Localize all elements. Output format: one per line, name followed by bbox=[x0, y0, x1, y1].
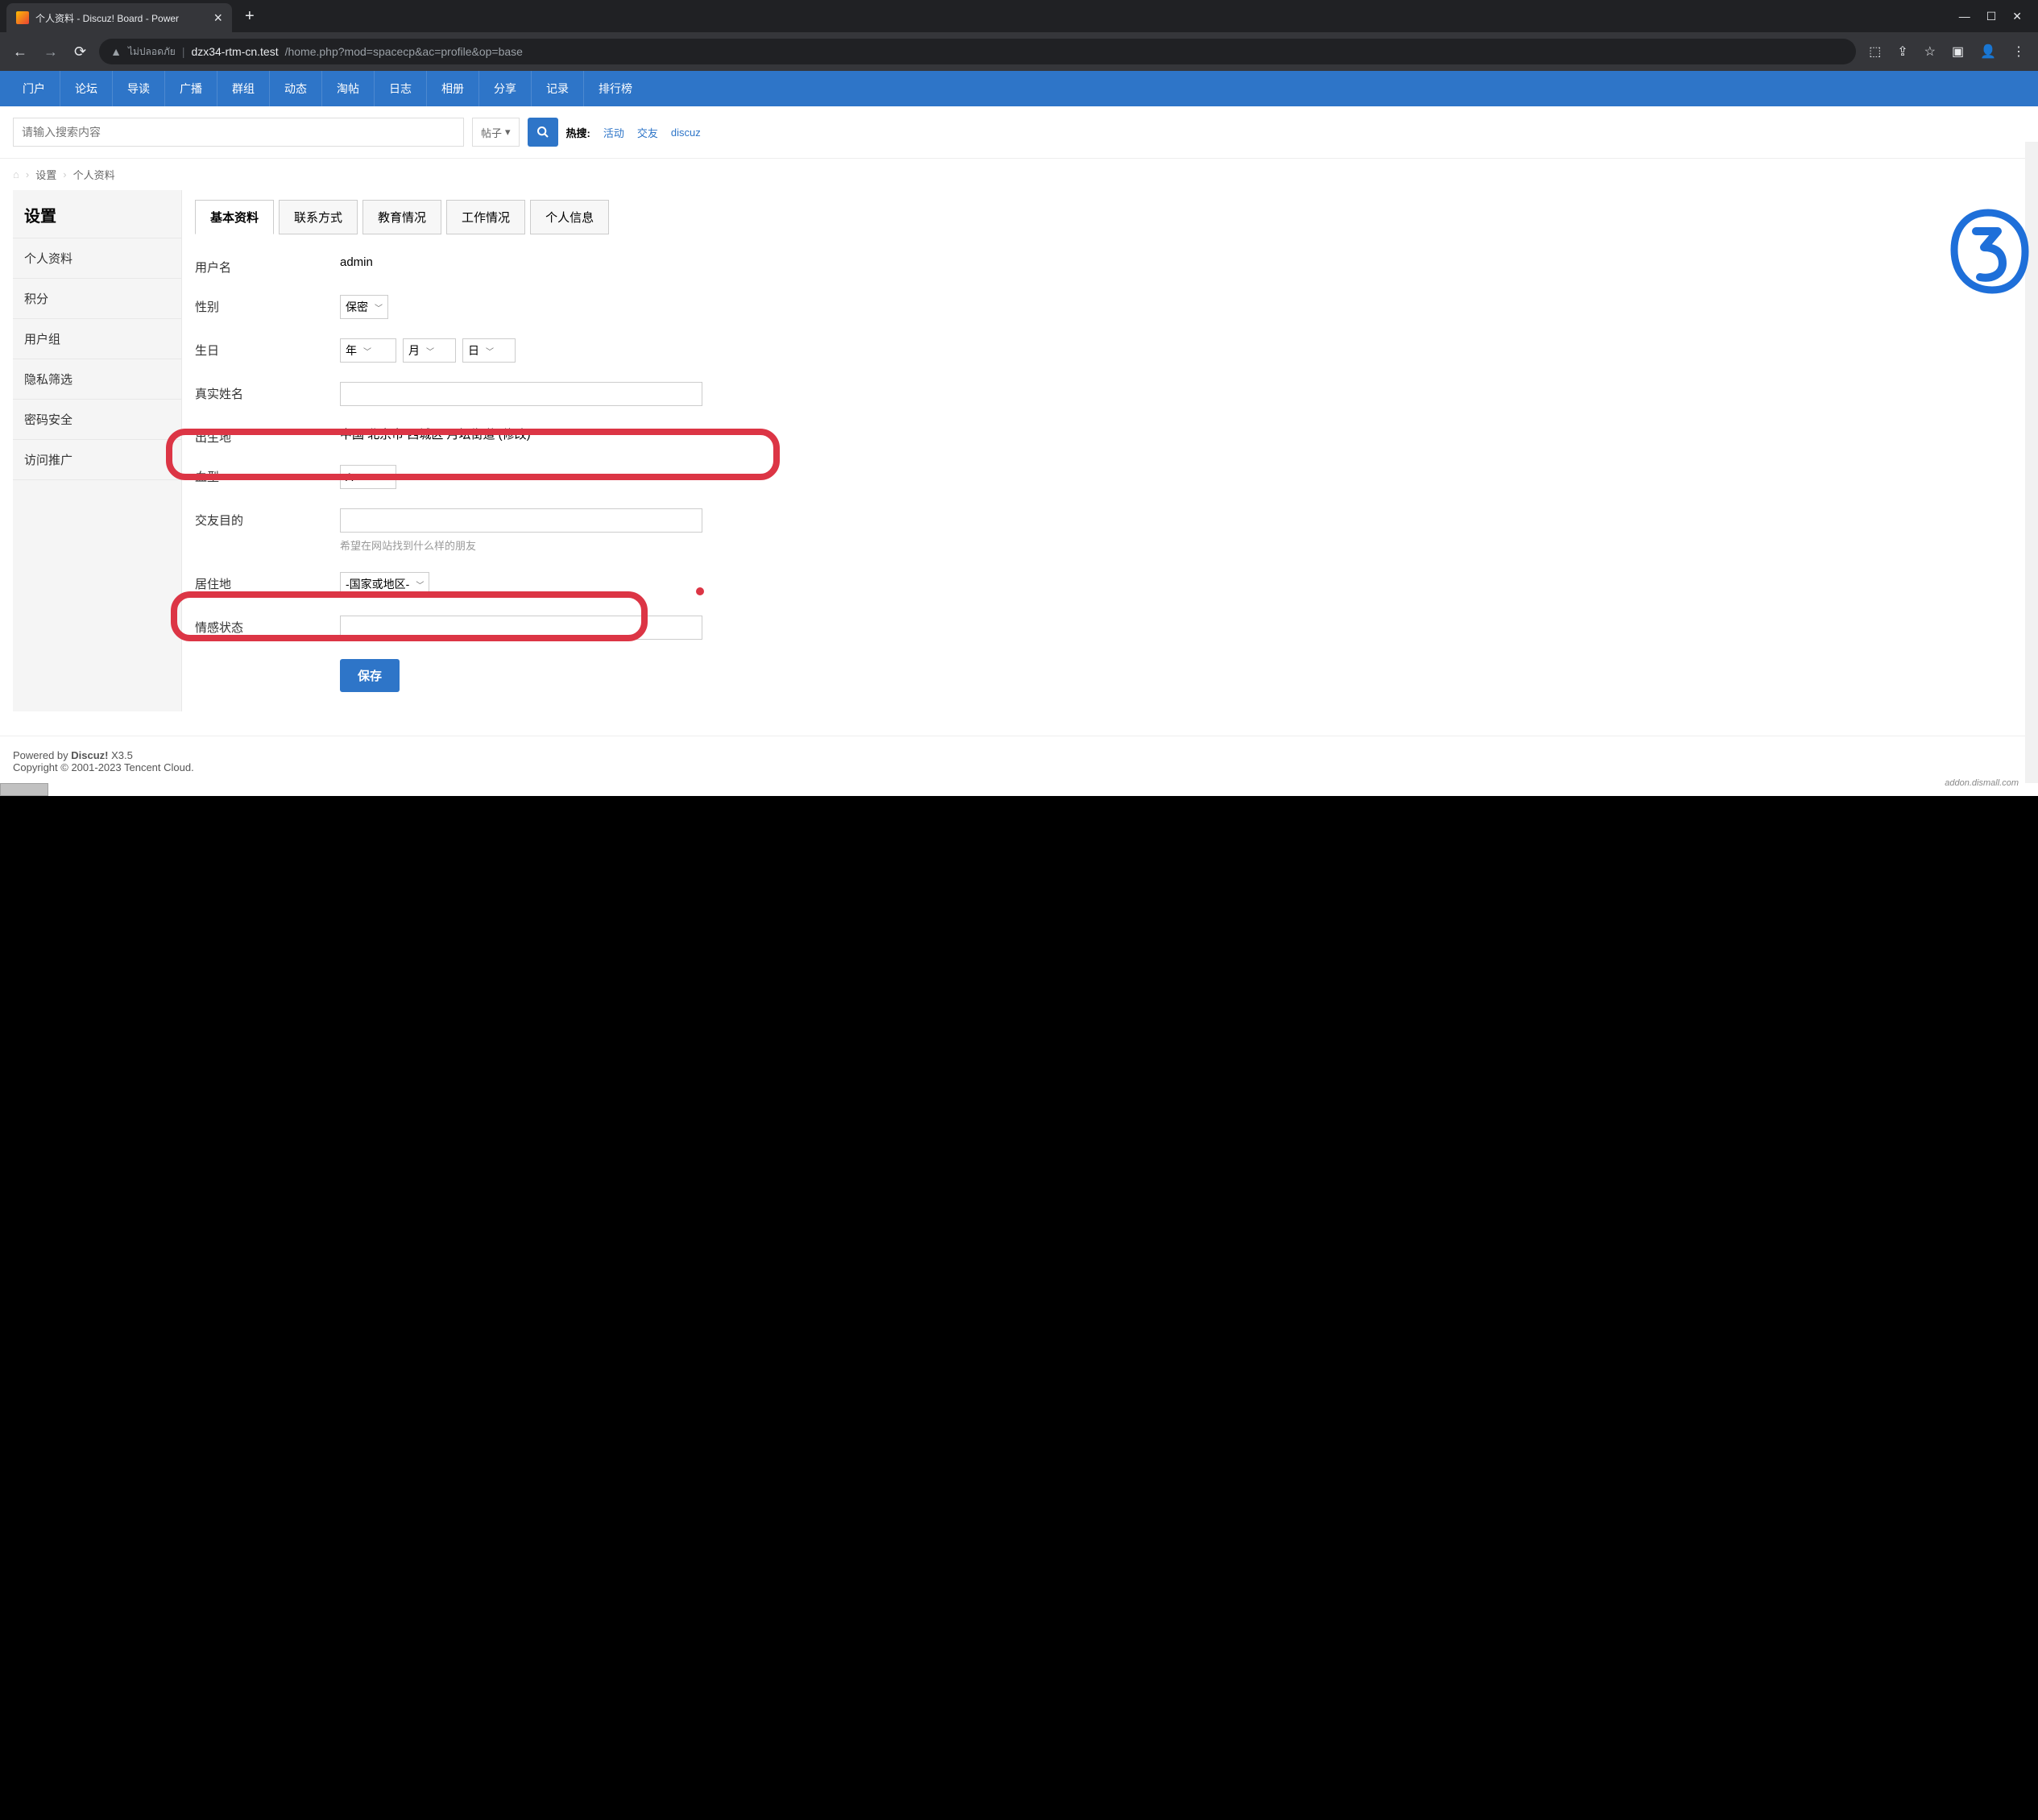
chevron-down-icon: ﹀ bbox=[426, 345, 434, 357]
emotion-input[interactable] bbox=[340, 616, 702, 640]
residence-select[interactable]: -国家或地区-﹀ bbox=[340, 572, 429, 596]
security-warning-icon[interactable]: ▲ bbox=[110, 45, 122, 58]
month-select[interactable]: 月﹀ bbox=[403, 338, 456, 363]
sidebar-title: 设置 bbox=[13, 190, 181, 238]
search-input[interactable] bbox=[13, 118, 464, 147]
translate-icon[interactable]: ⬚ bbox=[1866, 40, 1884, 63]
maximize-button[interactable]: ☐ bbox=[1986, 10, 1997, 23]
sidebar-item-promotion[interactable]: 访问推广 bbox=[13, 440, 181, 480]
url-bar[interactable]: ▲ ไม่ปลอดภัย | dzx34-rtm-cn.test/home.ph… bbox=[99, 39, 1856, 64]
friend-label: 交友目的 bbox=[195, 508, 340, 529]
residence-label: 居住地 bbox=[195, 572, 340, 592]
gender-label: 性别 bbox=[195, 295, 340, 315]
hot-link-3[interactable]: discuz bbox=[671, 126, 701, 139]
search-icon bbox=[536, 126, 549, 139]
tab-contact[interactable]: 联系方式 bbox=[279, 200, 358, 234]
sidebar-item-privacy[interactable]: 隐私筛选 bbox=[13, 359, 181, 400]
nav-group[interactable]: 群组 bbox=[217, 71, 270, 106]
chevron-down-icon: ﹀ bbox=[375, 301, 383, 313]
breadcrumb-settings[interactable]: 设置 bbox=[35, 167, 56, 182]
sidebar-item-profile[interactable]: 个人资料 bbox=[13, 238, 181, 279]
menu-icon[interactable]: ⋮ bbox=[2009, 40, 2028, 63]
footer: Powered by Discuz! X3.5 Copyright © 2001… bbox=[0, 736, 2038, 786]
search-type-select[interactable]: 帖子▾ bbox=[472, 118, 520, 147]
gender-select[interactable]: 保密﹀ bbox=[340, 295, 388, 319]
nav-taotie[interactable]: 淘帖 bbox=[322, 71, 375, 106]
nav-activity[interactable]: 动态 bbox=[270, 71, 322, 106]
chevron-down-icon: ﹀ bbox=[416, 578, 424, 591]
save-button[interactable]: 保存 bbox=[340, 659, 400, 692]
new-tab-button[interactable]: + bbox=[238, 7, 261, 26]
chevron-down-icon: ﹀ bbox=[363, 345, 371, 357]
extensions-icon[interactable]: ▣ bbox=[1949, 40, 1967, 63]
horizontal-scrollbar[interactable] bbox=[0, 783, 48, 796]
tab-education[interactable]: 教育情况 bbox=[362, 200, 441, 234]
security-warning-text: ไม่ปลอดภัย bbox=[128, 44, 176, 60]
reload-button[interactable]: ⟳ bbox=[71, 40, 89, 64]
chevron-down-icon: ﹀ bbox=[359, 471, 367, 483]
nav-broadcast[interactable]: 广播 bbox=[165, 71, 217, 106]
minimize-button[interactable]: — bbox=[1959, 10, 1970, 23]
birthplace-label: 出生地 bbox=[195, 425, 340, 446]
annotation-number-3 bbox=[1940, 203, 2036, 302]
url-host: dzx34-rtm-cn.test bbox=[191, 45, 278, 58]
birthplace-value: 中国 北京市 西城区 月坛街道 bbox=[340, 428, 499, 442]
nav-ranking[interactable]: 排行榜 bbox=[584, 71, 647, 106]
realname-input[interactable] bbox=[340, 382, 702, 406]
username-value: admin bbox=[340, 255, 2012, 269]
profile-icon[interactable]: 👤 bbox=[1977, 40, 1999, 63]
search-button[interactable] bbox=[528, 118, 558, 147]
browser-tab[interactable]: 个人资料 - Discuz! Board - Power × bbox=[6, 3, 232, 32]
back-button[interactable]: ← bbox=[10, 40, 31, 64]
nav-guide[interactable]: 导读 bbox=[113, 71, 165, 106]
username-label: 用户名 bbox=[195, 255, 340, 276]
sidebar-item-credits[interactable]: 积分 bbox=[13, 279, 181, 319]
year-select[interactable]: 年﹀ bbox=[340, 338, 396, 363]
nav-forum[interactable]: 论坛 bbox=[60, 71, 113, 106]
birthday-label: 生日 bbox=[195, 338, 340, 359]
emotion-label: 情感状态 bbox=[195, 616, 340, 636]
tab-favicon bbox=[16, 11, 29, 24]
nav-portal[interactable]: 门户 bbox=[8, 71, 60, 106]
nav-album[interactable]: 相册 bbox=[427, 71, 479, 106]
friend-input[interactable] bbox=[340, 508, 702, 533]
tab-personal[interactable]: 个人信息 bbox=[530, 200, 609, 234]
day-select[interactable]: 日﹀ bbox=[462, 338, 516, 363]
blood-select[interactable]: A﹀ bbox=[340, 465, 396, 489]
close-window-button[interactable]: ✕ bbox=[2012, 10, 2022, 23]
breadcrumb-profile[interactable]: 个人资料 bbox=[73, 167, 115, 182]
tab-title: 个人资料 - Discuz! Board - Power bbox=[35, 11, 207, 25]
hot-link-2[interactable]: 交友 bbox=[637, 125, 658, 140]
bookmark-icon[interactable]: ☆ bbox=[1921, 40, 1939, 63]
copyright: Copyright © 2001-2023 Tencent Cloud. bbox=[13, 761, 2025, 773]
blood-label: 血型 bbox=[195, 465, 340, 485]
home-icon[interactable]: ⌂ bbox=[13, 168, 19, 180]
breadcrumb: ⌂ › 设置 › 个人资料 bbox=[0, 158, 2038, 190]
hot-search-label: 热搜: bbox=[566, 125, 590, 140]
tab-work[interactable]: 工作情况 bbox=[446, 200, 525, 234]
share-icon[interactable]: ⇪ bbox=[1894, 40, 1911, 63]
sidebar-item-password[interactable]: 密码安全 bbox=[13, 400, 181, 440]
top-nav: 门户 论坛 导读 广播 群组 动态 淘帖 日志 相册 分享 记录 排行榜 bbox=[0, 71, 2038, 106]
watermark: addon.dismall.com bbox=[1945, 778, 2019, 788]
realname-label: 真实姓名 bbox=[195, 382, 340, 402]
nav-blog[interactable]: 日志 bbox=[375, 71, 427, 106]
product-name[interactable]: Discuz! bbox=[71, 749, 108, 761]
sidebar: 设置 个人资料 积分 用户组 隐私筛选 密码安全 访问推广 bbox=[13, 190, 182, 711]
nav-record[interactable]: 记录 bbox=[532, 71, 584, 106]
forward-button[interactable]: → bbox=[40, 40, 61, 64]
sidebar-item-usergroup[interactable]: 用户组 bbox=[13, 319, 181, 359]
hot-link-1[interactable]: 活动 bbox=[603, 125, 624, 140]
tab-close-icon[interactable]: × bbox=[213, 10, 222, 27]
chevron-down-icon: ﹀ bbox=[486, 345, 494, 357]
tab-basic-info[interactable]: 基本资料 bbox=[195, 200, 274, 234]
modify-birthplace-link[interactable]: (修改) bbox=[499, 428, 531, 442]
nav-share[interactable]: 分享 bbox=[479, 71, 532, 106]
friend-hint: 希望在网站找到什么样的朋友 bbox=[340, 537, 2012, 553]
annotation-red-dot bbox=[696, 587, 704, 595]
url-path: /home.php?mod=spacecp&ac=profile&op=base bbox=[285, 45, 523, 58]
